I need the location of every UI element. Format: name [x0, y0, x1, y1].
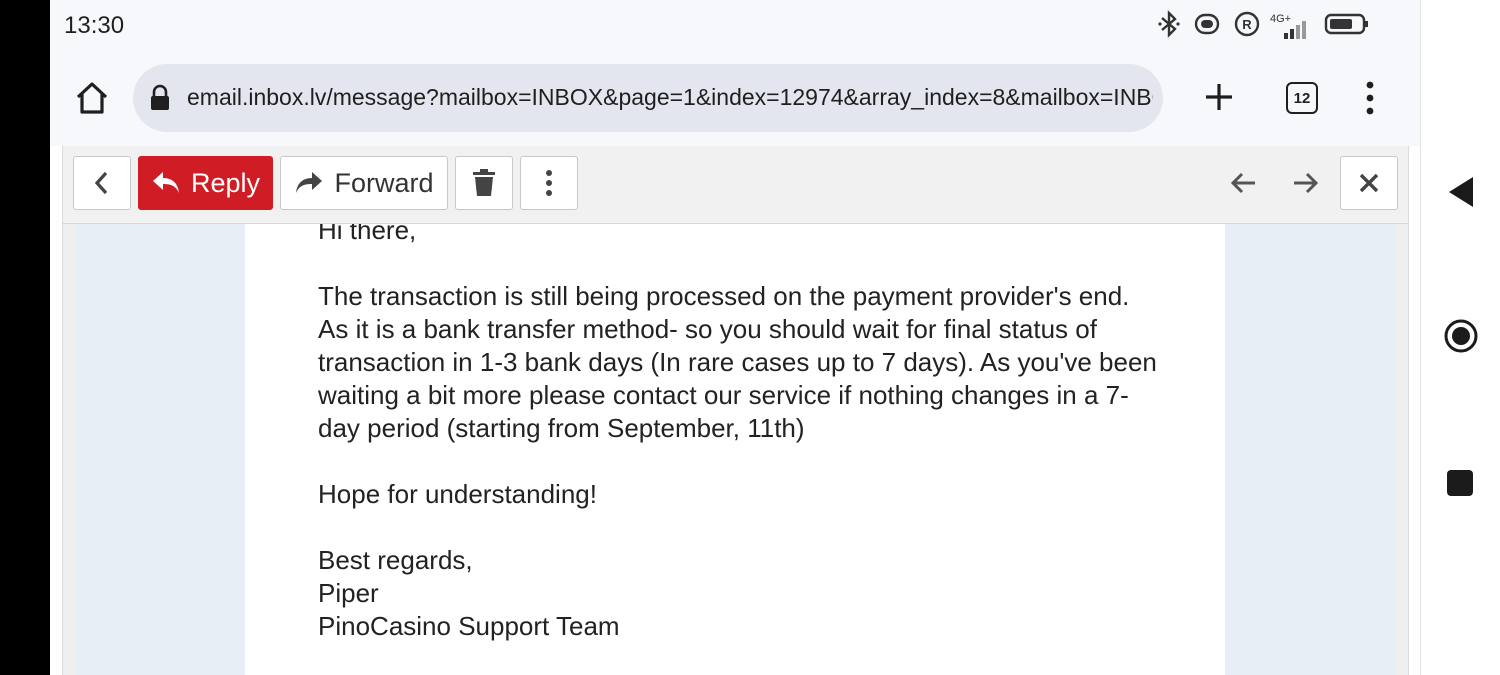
status-icons: R 4G+	[1158, 10, 1370, 43]
paragraph-line: transaction in 1-3 bank days (In rare ca…	[318, 347, 1157, 377]
signature-line: PinoCasino Support Team	[318, 611, 620, 641]
mail-page: Hi there, The transaction is still being…	[62, 146, 1409, 675]
paragraph-line: As it is a bank transfer method- so you …	[318, 314, 1097, 344]
signal-icon: 4G+	[1270, 13, 1314, 41]
svg-text:R: R	[1242, 17, 1252, 32]
status-time: 13:30	[64, 12, 125, 39]
battery-icon	[1324, 11, 1370, 42]
reply-icon	[152, 172, 179, 193]
vibrate-icon	[1190, 11, 1224, 42]
close-icon	[1359, 173, 1379, 193]
browser-screen: 13:30 R 4G+ email.inbox.lv/message?mailb…	[50, 0, 1420, 675]
status-bar: 13:30 R 4G+	[50, 0, 1420, 52]
more-actions-button[interactable]	[520, 156, 578, 210]
home-icon[interactable]	[72, 78, 112, 123]
tab-switcher-button[interactable]: 12	[1286, 82, 1318, 114]
close-button[interactable]	[1340, 156, 1398, 210]
lock-icon	[149, 84, 171, 117]
reply-button[interactable]: Reply	[138, 156, 273, 210]
forward-button[interactable]: Forward	[280, 156, 448, 210]
paragraph-line: day period (starting from September, 11t…	[318, 413, 805, 443]
reply-label: Reply	[190, 167, 261, 198]
chevron-left-icon	[94, 171, 108, 195]
web-content: Hi there, The transaction is still being…	[50, 146, 1420, 675]
message-toolbar: Reply Forward	[63, 146, 1408, 224]
forward-label: Forward	[334, 167, 434, 198]
more-vert-icon	[546, 170, 552, 196]
back-button[interactable]	[73, 156, 131, 210]
registered-icon: R	[1234, 11, 1260, 42]
nav-home-icon[interactable]	[1443, 318, 1479, 359]
delete-button[interactable]	[455, 156, 513, 210]
nav-recents-icon[interactable]	[1447, 470, 1473, 496]
forward-icon	[296, 172, 323, 193]
system-navigation-bar	[1420, 0, 1500, 675]
paragraph-line: waiting a bit more please contact our se…	[318, 380, 1129, 410]
next-message-icon[interactable]	[1290, 168, 1320, 203]
signature-line: Best regards,	[318, 545, 473, 575]
address-bar[interactable]: email.inbox.lv/message?mailbox=INBOX&pag…	[133, 64, 1163, 132]
bluetooth-icon	[1158, 10, 1180, 43]
previous-message-icon[interactable]	[1229, 168, 1259, 203]
url-text[interactable]: email.inbox.lv/message?mailbox=INBOX&pag…	[187, 84, 1153, 114]
message-paragraph: The transaction is still being processed…	[318, 280, 1218, 445]
nav-back-icon[interactable]	[1447, 175, 1475, 214]
trash-icon	[473, 169, 495, 196]
more-vert-icon[interactable]	[1360, 80, 1380, 121]
new-tab-icon[interactable]	[1202, 80, 1236, 119]
signature-line: Piper	[318, 578, 379, 608]
message-body: Hi there, The transaction is still being…	[318, 214, 1218, 675]
left-bezel	[0, 0, 50, 675]
message-closing: Hope for understanding!	[318, 479, 597, 509]
message-signature: Best regards, Piper PinoCasino Support T…	[318, 544, 1218, 643]
paragraph-line: The transaction is still being processed…	[318, 281, 1130, 311]
